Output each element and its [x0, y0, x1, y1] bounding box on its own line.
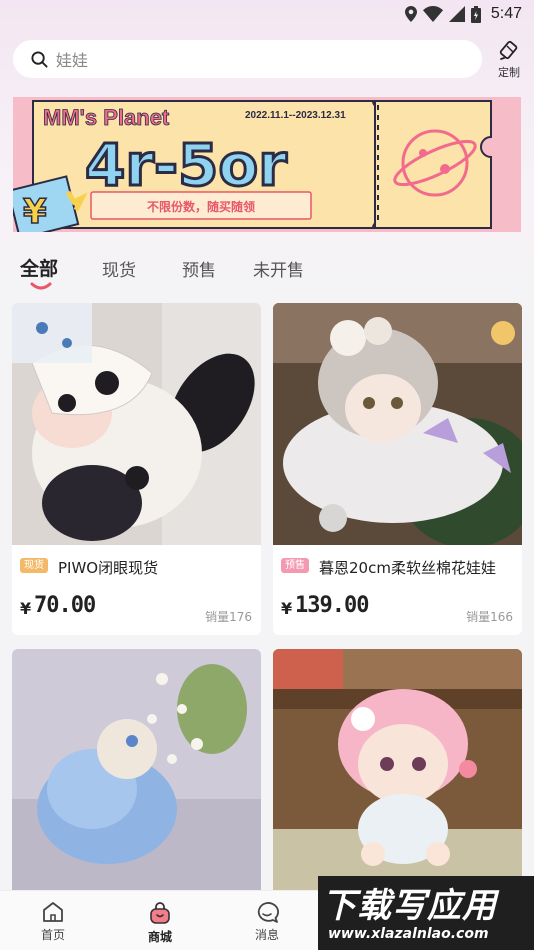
nav-messages[interactable]: 消息: [237, 901, 297, 943]
nav-shop-label: 商城: [147, 930, 172, 944]
product-image: [12, 649, 261, 891]
tab-in-stock[interactable]: 现货: [102, 254, 182, 288]
battery-icon: [470, 5, 481, 23]
status-badge: 预售: [281, 558, 309, 573]
status-icons: 5:47: [404, 4, 522, 24]
message-icon: [257, 902, 279, 923]
tab-active-indicator: [30, 282, 52, 290]
watermark-url: www.xlazalnlao.com: [328, 926, 489, 942]
product-card[interactable]: 预售 暮恩20cm柔软丝棉花娃娃 ¥ 139.00 销量166: [273, 303, 522, 635]
signal-icon: [448, 6, 465, 22]
status-badge: 现货: [20, 558, 48, 573]
home-icon: [43, 902, 63, 922]
banner-subtitle: 不限份数，随买随领: [147, 199, 255, 214]
tab-all-label: 全部: [20, 258, 59, 280]
tab-not-started-label: 未开售: [253, 261, 304, 281]
nav-home-label: 首页: [40, 928, 65, 942]
tab-presale-label: 预售: [182, 261, 216, 281]
tab-in-stock-label: 现货: [102, 261, 136, 281]
sales-count: 销量176: [205, 610, 252, 624]
status-bar: 5:47: [0, 0, 534, 28]
search-placeholder: 娃娃: [56, 51, 89, 70]
banner-dates: 2022.11.1--2023.12.31: [245, 110, 346, 121]
tab-presale[interactable]: 预售: [182, 254, 253, 288]
product-name: 暮恩20cm柔软丝棉花娃娃: [319, 559, 496, 577]
product-price: 139.00: [295, 593, 369, 618]
nav-shop[interactable]: 商城: [130, 901, 190, 945]
product-image: [273, 303, 522, 545]
search-icon: [31, 50, 48, 68]
product-card[interactable]: [12, 649, 261, 899]
custom-label: 定制: [498, 66, 520, 79]
watermark-title: 下载写应用: [322, 886, 497, 926]
location-icon: [404, 6, 417, 22]
promo-banner[interactable]: MM's Planet 2022.11.1--2023.12.31 4r-5or…: [13, 97, 521, 232]
search-input[interactable]: 娃娃: [13, 40, 482, 78]
price-currency: ¥: [20, 599, 32, 618]
product-price: 70.00: [34, 593, 96, 618]
status-time: 5:47: [490, 5, 522, 22]
product-card[interactable]: 现货 PIWO闭眼现货 ¥ 70.00 销量176: [12, 303, 261, 635]
category-tabs: 全部 现货 预售 未开售: [20, 254, 333, 290]
brush-icon: [499, 40, 518, 60]
watermark-overlay: 下载写应用 www.xlazalnlao.com: [318, 876, 534, 950]
product-image: [273, 649, 522, 891]
nav-messages-label: 消息: [254, 928, 279, 942]
sales-count: 销量166: [466, 610, 513, 624]
shop-bag-icon: [150, 902, 170, 924]
banner-yen-symbol: ¥: [23, 192, 47, 232]
product-image: [12, 303, 261, 545]
product-card[interactable]: [273, 649, 522, 899]
price-currency: ¥: [281, 599, 293, 618]
banner-title: MM's Planet: [43, 105, 170, 130]
product-name: PIWO闭眼现货: [58, 559, 159, 577]
banner-headline: 4r-5or: [85, 131, 287, 199]
nav-home[interactable]: 首页: [23, 901, 83, 943]
product-info: 现货 PIWO闭眼现货 ¥ 70.00 销量176: [12, 545, 261, 635]
product-info: 预售 暮恩20cm柔软丝棉花娃娃 ¥ 139.00 销量166: [273, 545, 522, 635]
custom-button[interactable]: 定制: [492, 40, 526, 80]
wifi-icon: [422, 6, 443, 22]
tab-all[interactable]: 全部: [20, 254, 102, 290]
tab-not-started[interactable]: 未开售: [253, 254, 333, 288]
